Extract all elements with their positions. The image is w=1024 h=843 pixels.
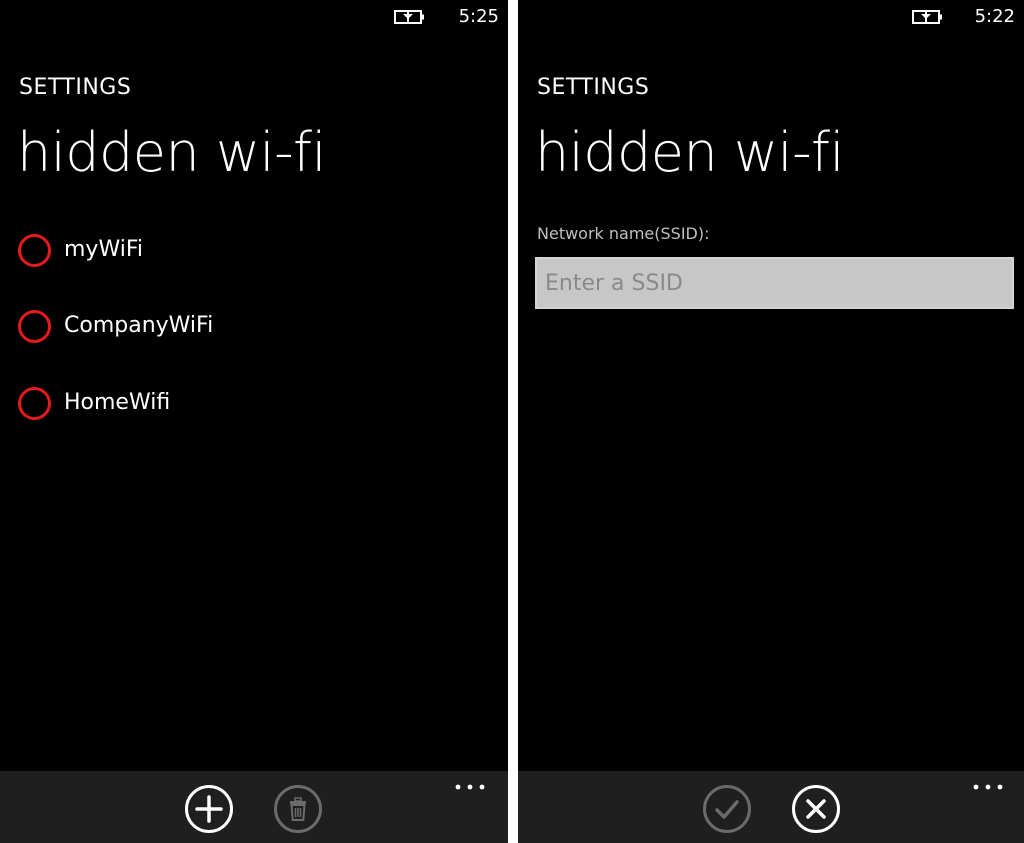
app-bar bbox=[518, 771, 1024, 843]
add-icon[interactable] bbox=[184, 784, 234, 834]
network-label: CompanyWiFi bbox=[64, 313, 214, 338]
ssid-field-label: Network name(SSID): bbox=[537, 224, 710, 243]
ssid-input[interactable] bbox=[535, 257, 1014, 309]
status-bar: 5:25 bbox=[0, 0, 508, 36]
network-item-homewifi[interactable]: HomeWifi bbox=[18, 381, 358, 425]
hidden-wifi-list-screen: 5:25 SETTINGS hidden wi-fi myWiFi Compan… bbox=[0, 0, 508, 843]
page-title: hidden wi-fi bbox=[535, 121, 845, 184]
status-time: 5:22 bbox=[974, 6, 1015, 27]
battery-charging-icon bbox=[394, 10, 424, 24]
app-title: SETTINGS bbox=[537, 75, 650, 100]
network-label: myWiFi bbox=[64, 237, 143, 262]
more-icon[interactable] bbox=[453, 783, 487, 795]
network-item-companywifi[interactable]: CompanyWiFi bbox=[18, 304, 358, 348]
status-time: 5:25 bbox=[458, 6, 499, 27]
cancel-icon[interactable] bbox=[791, 784, 841, 834]
delete-icon[interactable] bbox=[273, 784, 323, 834]
network-label: HomeWifi bbox=[64, 390, 171, 415]
hidden-wifi-add-screen: 5:22 SETTINGS hidden wi-fi Network name(… bbox=[518, 0, 1024, 843]
check-icon[interactable] bbox=[702, 784, 752, 834]
app-title: SETTINGS bbox=[19, 75, 132, 100]
more-icon[interactable] bbox=[971, 783, 1005, 795]
radio-button[interactable] bbox=[18, 234, 51, 267]
app-bar bbox=[0, 771, 508, 843]
radio-button[interactable] bbox=[18, 310, 51, 343]
page-title: hidden wi-fi bbox=[17, 121, 327, 184]
status-bar: 5:22 bbox=[518, 0, 1024, 36]
radio-button[interactable] bbox=[18, 387, 51, 420]
battery-charging-icon bbox=[912, 10, 942, 24]
network-item-mywifi[interactable]: myWiFi bbox=[18, 228, 358, 272]
